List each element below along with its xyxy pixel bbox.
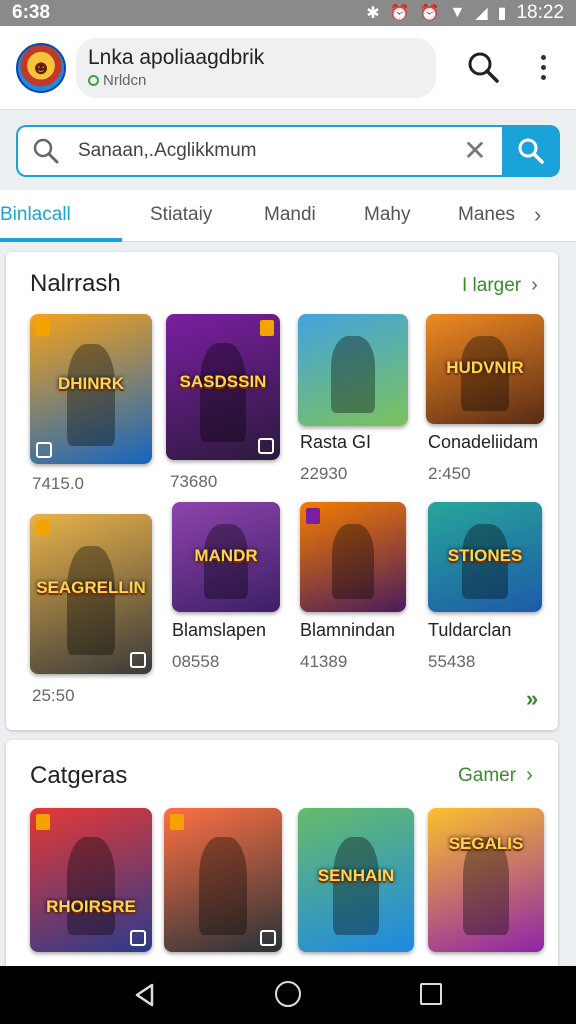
home-icon[interactable] — [275, 981, 301, 1007]
section-two-title: Catgeras — [30, 762, 128, 789]
search-field-icon — [33, 138, 59, 164]
category-tile[interactable]: SEGALIS — [428, 808, 544, 952]
game-count: 73680 — [170, 472, 218, 491]
app-subtitle-text: Nrldcn — [103, 72, 147, 89]
game-count: 25:50 — [32, 686, 75, 705]
section-one-more-link[interactable]: I larger › — [462, 274, 538, 297]
search-icon[interactable] — [466, 50, 500, 84]
game-name: Tuldarclan — [428, 620, 512, 640]
tab-bar: Binlacall Stiataiy Mandi Mahy Manes — [0, 190, 576, 242]
tab-manes[interactable]: Manes — [458, 204, 515, 226]
game-tile-emblem: MANDR — [194, 546, 258, 565]
section-two-more-link[interactable]: Gamer › — [458, 764, 533, 787]
alarm-icon-2: ⏰ — [419, 5, 440, 22]
section-two-card: Catgeras Gamer › RHOIRSRE SENHAIN SEGALI… — [6, 740, 558, 980]
game-tile-emblem: DHINRK — [57, 374, 125, 393]
category-tile-emblem: SENHAIN — [317, 865, 395, 885]
avatar[interactable]: ☻ — [16, 43, 66, 93]
wifi-icon: ▼ — [449, 4, 466, 21]
game-count: 2:450 — [428, 464, 471, 483]
more-options-icon[interactable] — [528, 50, 558, 84]
game-name: Blamslapen — [172, 620, 267, 640]
section-one-card: Nalrrash I larger › DHINRK SASDSSIN HUDV… — [6, 252, 558, 730]
game-tile[interactable]: MANDR — [172, 502, 280, 612]
category-tile[interactable]: RHOIRSRE — [30, 808, 152, 952]
game-tile-emblem: SASDSSIN — [179, 372, 267, 392]
game-tile[interactable]: HUDVNIR — [426, 314, 544, 424]
game-tile-emblem: STIONES — [447, 546, 523, 565]
account-pill[interactable]: Lnka apoliaagdbrik Nrldcn — [76, 38, 436, 98]
chevron-right-icon[interactable]: › — [534, 202, 541, 228]
game-tile[interactable] — [300, 502, 406, 612]
game-tile[interactable]: SASDSSIN — [166, 314, 280, 460]
tab-mahy[interactable]: Mahy — [364, 204, 410, 226]
game-count: 7415.0 — [32, 474, 84, 493]
search-input[interactable]: Sanaan,.Acglikkmum ✕ — [16, 125, 504, 177]
status-bar: 6:38 ✱ ⏰ ⏰ ▼ ◢ ▮ 18:22 — [0, 0, 576, 26]
category-tile[interactable]: SENHAIN — [298, 808, 414, 952]
game-name: Blamnindan — [300, 620, 396, 640]
search-button-icon — [518, 138, 544, 164]
game-tile-emblem: HUDVNIR — [446, 358, 524, 377]
game-count: 22930 — [300, 464, 348, 483]
search-bar: Sanaan,.Acglikkmum ✕ — [16, 125, 560, 177]
game-name: Rasta GI — [300, 432, 372, 452]
game-name: Conadeliidam — [428, 432, 539, 452]
system-nav-bar — [0, 966, 576, 1024]
double-chevron-right-icon[interactable]: » — [526, 686, 538, 712]
game-tile[interactable]: STIONES — [428, 502, 542, 612]
tab-stiataiy[interactable]: Stiataiy — [150, 204, 212, 226]
status-time-right: 18:22 — [516, 2, 564, 23]
battery-icon: ▮ — [497, 5, 507, 22]
search-button[interactable] — [502, 125, 560, 177]
signal-icon: ◢ — [475, 5, 488, 22]
game-tile[interactable]: DHINRK — [30, 314, 152, 464]
section-one-link-label: I larger — [462, 274, 522, 296]
bluetooth-icon: ✱ — [366, 5, 380, 22]
section-two-link-label: Gamer — [458, 764, 517, 786]
tab-binlacall[interactable]: Binlacall — [0, 204, 71, 226]
game-tile[interactable] — [298, 314, 408, 426]
status-time-left: 6:38 — [12, 2, 51, 23]
clear-icon[interactable]: ✕ — [460, 137, 490, 165]
category-tile-emblem: RHOIRSRE — [46, 897, 136, 917]
category-tile[interactable] — [164, 808, 282, 952]
recent-apps-icon[interactable] — [420, 983, 442, 1005]
game-count: 08558 — [172, 652, 220, 671]
game-tile[interactable]: SEAGRELLIN — [30, 514, 152, 674]
search-query: Sanaan,.Acglikkmum — [78, 140, 257, 161]
section-one-title: Nalrrash — [30, 270, 121, 297]
category-tile-emblem: SEGALIS — [448, 833, 524, 853]
alarm-icon: ⏰ — [389, 5, 410, 22]
active-tab-indicator — [0, 238, 122, 242]
tab-mandi[interactable]: Mandi — [264, 204, 316, 226]
app-subtitle: Nrldcn — [88, 72, 424, 89]
status-icons: ✱ ⏰ ⏰ ▼ ◢ ▮ 18:22 — [366, 2, 564, 24]
game-count: 55438 — [428, 652, 476, 671]
app-header: ☻ Lnka apoliaagdbrik Nrldcn — [0, 26, 576, 110]
game-tile-emblem: SEAGRELLIN — [36, 578, 146, 597]
game-count: 41389 — [300, 652, 348, 671]
chevron-right-icon: › — [531, 274, 538, 296]
app-title: Lnka apoliaagdbrik — [88, 46, 265, 69]
status-dot-icon — [88, 75, 99, 86]
back-icon[interactable] — [132, 982, 158, 1008]
chevron-right-icon: › — [526, 764, 533, 786]
